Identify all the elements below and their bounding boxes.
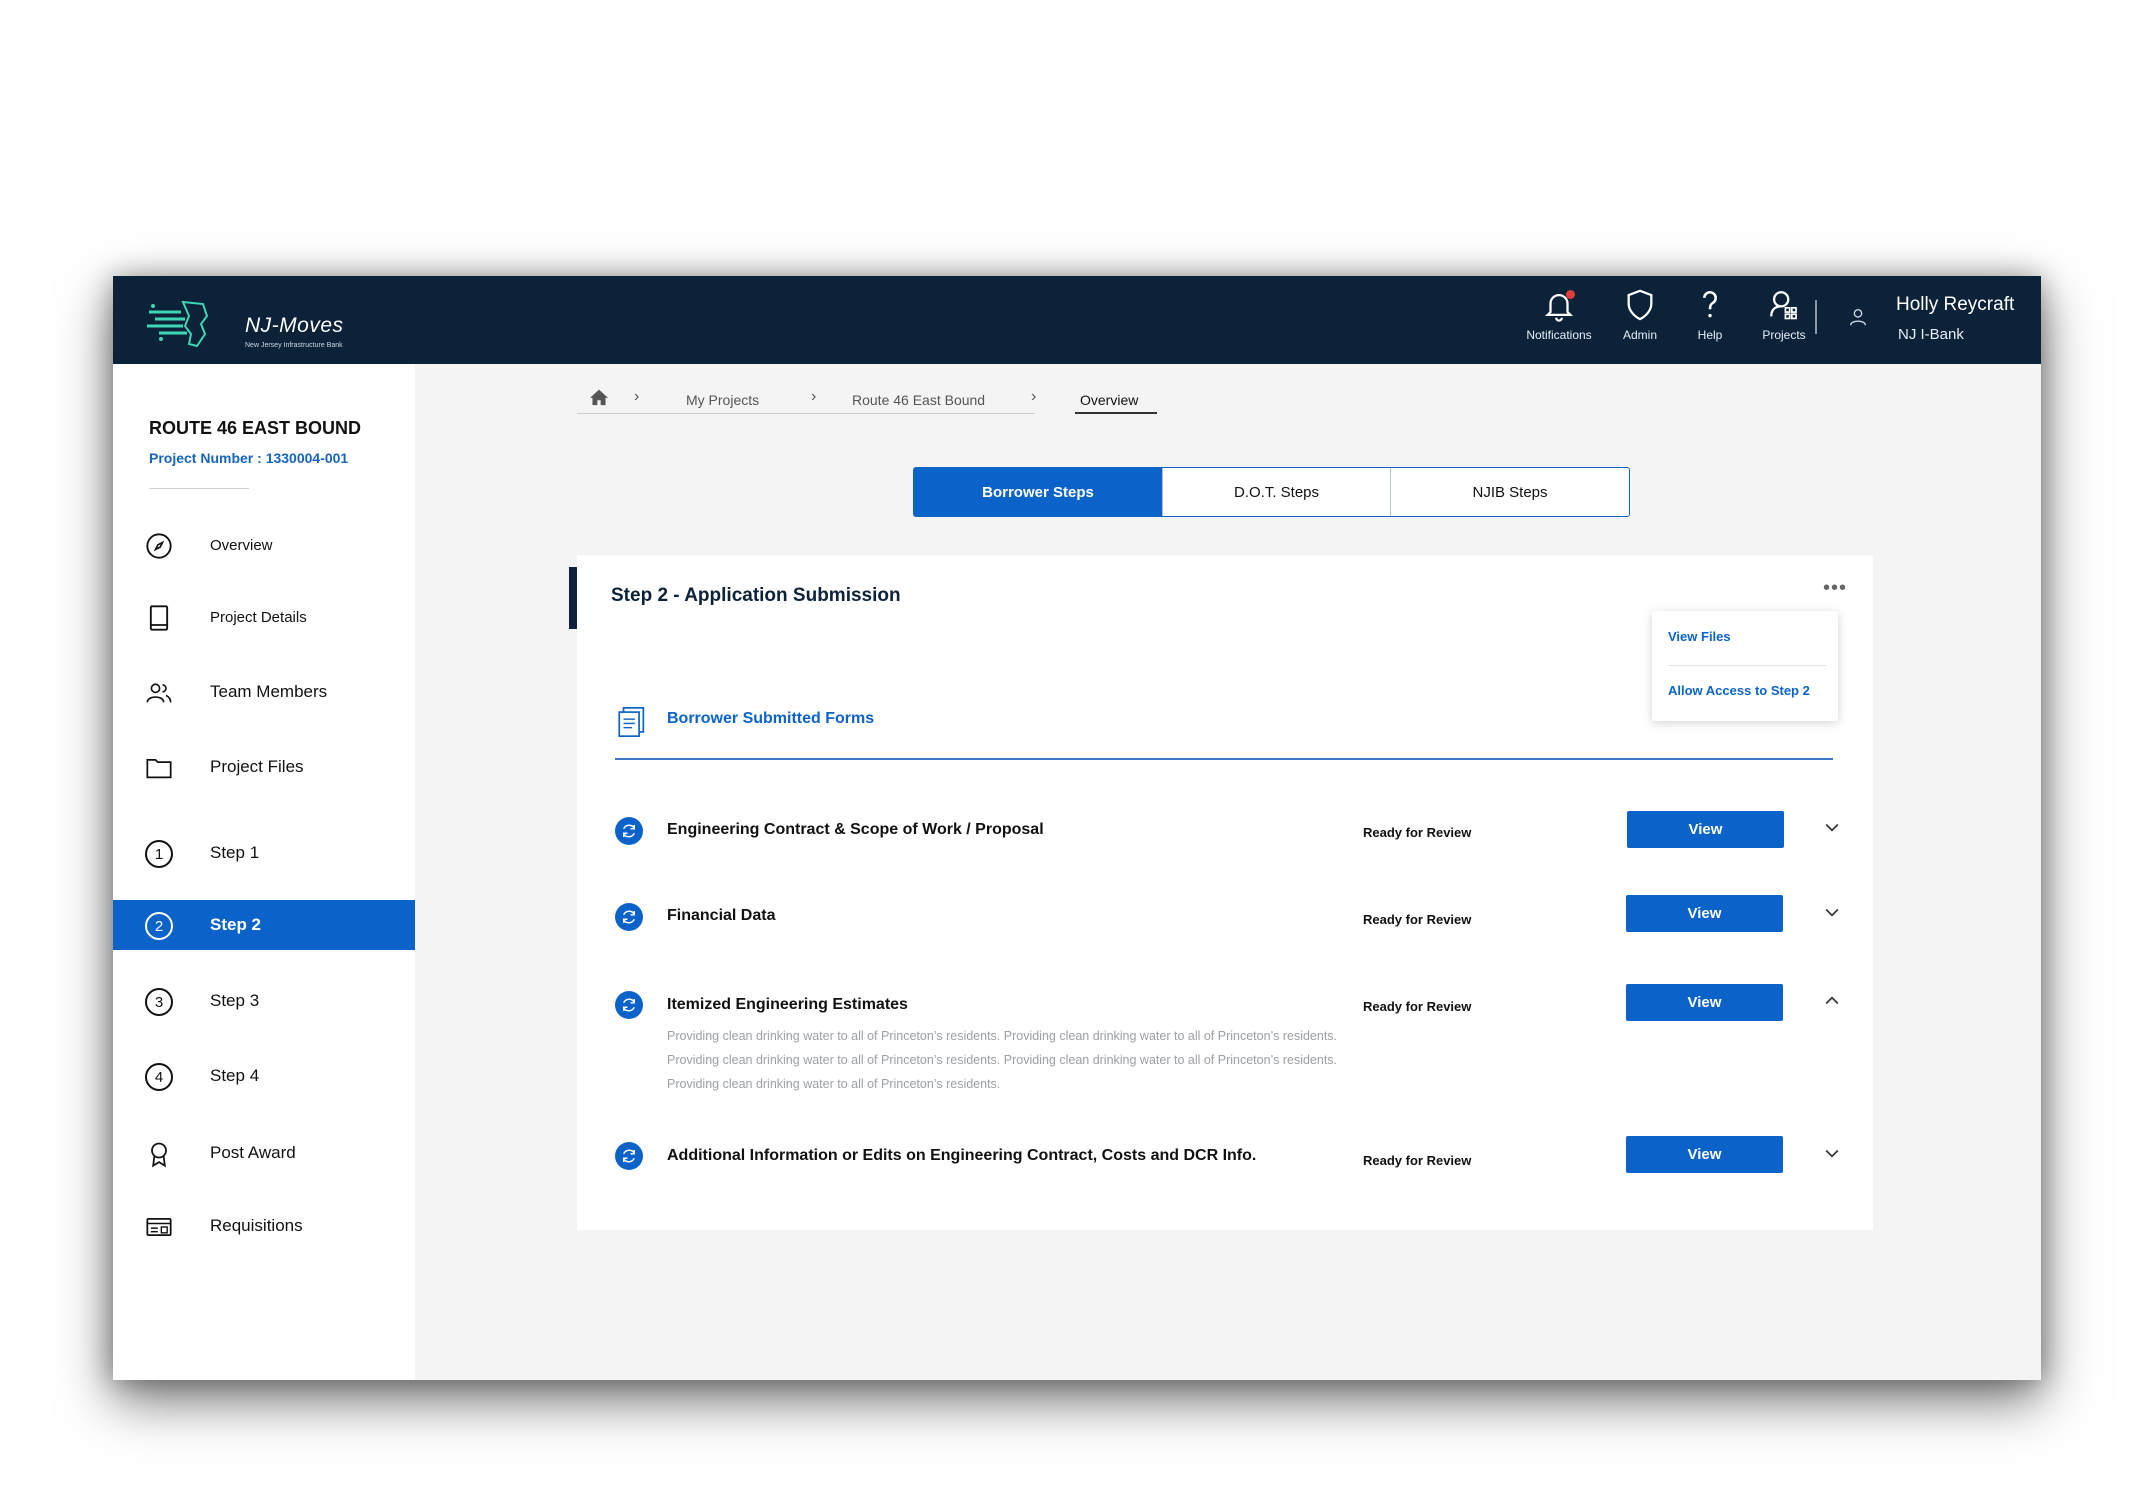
tab-njib-steps[interactable]: NJIB Steps xyxy=(1390,468,1629,516)
breadcrumb-active-underline xyxy=(1075,412,1157,414)
documents-icon xyxy=(618,706,645,738)
breadcrumb-underline xyxy=(577,413,1035,414)
nav-label: Notifications xyxy=(1526,328,1592,342)
book-icon xyxy=(145,604,173,632)
top-bar: NJ-Moves New Jersey Infrastructure Bank … xyxy=(113,276,2041,364)
chevron-down-icon[interactable] xyxy=(1822,1143,1842,1163)
folder-icon xyxy=(145,754,173,782)
projects-icon xyxy=(1770,291,1797,320)
step-number-badge: 1 xyxy=(145,840,173,868)
shield-icon xyxy=(1627,289,1653,321)
menu-item-allow-access[interactable]: Allow Access to Step 2 xyxy=(1668,683,1810,698)
chevron-right-icon: › xyxy=(634,388,640,405)
step-card: Step 2 - Application Submission ••• View… xyxy=(569,555,1873,1230)
section-title: Borrower Submitted Forms xyxy=(667,710,875,727)
view-button[interactable]: View xyxy=(1627,811,1784,848)
tab-borrower-steps[interactable]: Borrower Steps xyxy=(914,468,1162,516)
row-title: Additional Information or Edits on Engin… xyxy=(667,1147,1257,1164)
sidebar: ROUTE 46 EAST BOUND Project Number : 133… xyxy=(113,364,415,1380)
nav-divider xyxy=(1815,300,1817,334)
chevron-down-icon[interactable] xyxy=(1822,902,1842,922)
requisitions-icon xyxy=(145,1213,173,1241)
view-button[interactable]: View xyxy=(1626,895,1783,932)
nav-notifications[interactable]: Notifications xyxy=(1514,288,1604,342)
sidebar-item-label: Step 1 xyxy=(210,843,260,862)
step-number-badge: 4 xyxy=(145,1063,173,1091)
chevron-right-icon: › xyxy=(811,388,817,405)
chevron-up-icon[interactable] xyxy=(1822,991,1842,1011)
user-organization: NJ I-Bank xyxy=(1898,326,1964,343)
divider xyxy=(149,488,249,489)
more-options-icon[interactable]: ••• xyxy=(1823,577,1847,600)
sidebar-item-label: Project Details xyxy=(210,608,307,626)
sidebar-item-label: Overview xyxy=(210,536,273,554)
sidebar-item-label: Team Members xyxy=(210,682,328,701)
step-tabs: Borrower Steps D.O.T. Steps NJIB Steps xyxy=(913,467,1630,517)
team-icon xyxy=(145,679,173,707)
breadcrumb-route-46[interactable]: Route 46 East Bound xyxy=(852,392,985,408)
project-title: ROUTE 46 EAST BOUND xyxy=(149,418,362,438)
logo-subtitle: New Jersey Infrastructure Bank xyxy=(245,342,343,349)
chevron-right-icon: › xyxy=(1031,388,1037,405)
options-menu: View Files Allow Access to Step 2 xyxy=(1652,611,1838,721)
status-label: Ready for Review xyxy=(1363,999,1472,1014)
sidebar-item-label: Step 2 xyxy=(210,915,262,934)
user-icon[interactable] xyxy=(1847,304,1869,330)
sidebar-item-team-members[interactable]: Team Members xyxy=(113,667,415,717)
award-icon xyxy=(145,1140,173,1168)
sidebar-item-label: Project Files xyxy=(210,757,304,776)
sidebar-item-step-2[interactable]: 2 Step 2 xyxy=(113,900,415,950)
sidebar-item-post-award[interactable]: Post Award xyxy=(113,1128,415,1178)
sidebar-item-step-4[interactable]: 4 Step 4 xyxy=(113,1051,415,1101)
sidebar-item-label: Requisitions xyxy=(210,1216,303,1235)
home-icon[interactable] xyxy=(589,388,609,406)
sidebar-item-step-3[interactable]: 3 Step 3 xyxy=(113,976,415,1026)
row-description: Providing clean drinking water to all of… xyxy=(667,1024,1467,1096)
logo-text: NJ-Moves xyxy=(245,314,344,337)
status-label: Ready for Review xyxy=(1363,1153,1472,1168)
row-title: Financial Data xyxy=(667,907,776,924)
chevron-down-icon[interactable] xyxy=(1822,817,1842,837)
description-line: Providing clean drinking water to all of… xyxy=(667,1029,1338,1043)
divider xyxy=(1668,665,1826,666)
sidebar-item-label: Post Award xyxy=(210,1143,296,1162)
description-line: Providing clean drinking water to all of… xyxy=(667,1053,1338,1067)
status-label: Ready for Review xyxy=(1363,912,1472,927)
app-window: NJ-Moves New Jersey Infrastructure Bank … xyxy=(113,276,2041,1380)
section-divider xyxy=(615,758,1833,760)
sidebar-item-label: Step 3 xyxy=(210,991,260,1010)
refresh-icon xyxy=(615,903,643,931)
sidebar-item-step-1[interactable]: 1 Step 1 xyxy=(113,828,415,878)
card-accent-bar xyxy=(569,567,577,629)
sidebar-item-project-files[interactable]: Project Files xyxy=(113,742,415,792)
card-title: Step 2 - Application Submission xyxy=(611,585,901,606)
project-number: Project Number : 1330004-001 xyxy=(149,450,349,466)
step-number-badge: 3 xyxy=(145,988,173,1016)
menu-item-view-files[interactable]: View Files xyxy=(1668,629,1731,644)
notification-dot xyxy=(1566,290,1575,299)
refresh-icon xyxy=(615,991,643,1019)
compass-icon xyxy=(145,532,173,560)
breadcrumb-my-projects[interactable]: My Projects xyxy=(686,392,759,408)
breadcrumb-overview[interactable]: Overview xyxy=(1080,392,1138,408)
status-label: Ready for Review xyxy=(1363,825,1472,840)
row-title: Itemized Engineering Estimates xyxy=(667,996,908,1013)
step-number-badge: 2 xyxy=(145,912,173,940)
view-button[interactable]: View xyxy=(1626,1136,1783,1173)
tab-dot-steps[interactable]: D.O.T. Steps xyxy=(1162,468,1390,516)
description-line: Providing clean drinking water to all of… xyxy=(667,1077,1001,1091)
sidebar-item-overview[interactable]: Overview xyxy=(113,520,415,570)
row-title: Engineering Contract & Scope of Work / P… xyxy=(667,821,1044,838)
sidebar-item-label: Step 4 xyxy=(210,1066,260,1085)
view-button[interactable]: View xyxy=(1626,984,1783,1021)
logo-icon xyxy=(147,300,209,348)
sidebar-item-project-details[interactable]: Project Details xyxy=(113,592,415,642)
refresh-icon xyxy=(615,817,643,845)
nj-moves-logo[interactable]: NJ-Moves New Jersey Infrastructure Bank xyxy=(145,294,345,350)
user-name[interactable]: Holly Reycraft xyxy=(1896,294,2014,316)
refresh-icon xyxy=(615,1142,643,1170)
question-icon xyxy=(1703,291,1717,318)
sidebar-item-requisitions[interactable]: Requisitions xyxy=(113,1201,415,1251)
